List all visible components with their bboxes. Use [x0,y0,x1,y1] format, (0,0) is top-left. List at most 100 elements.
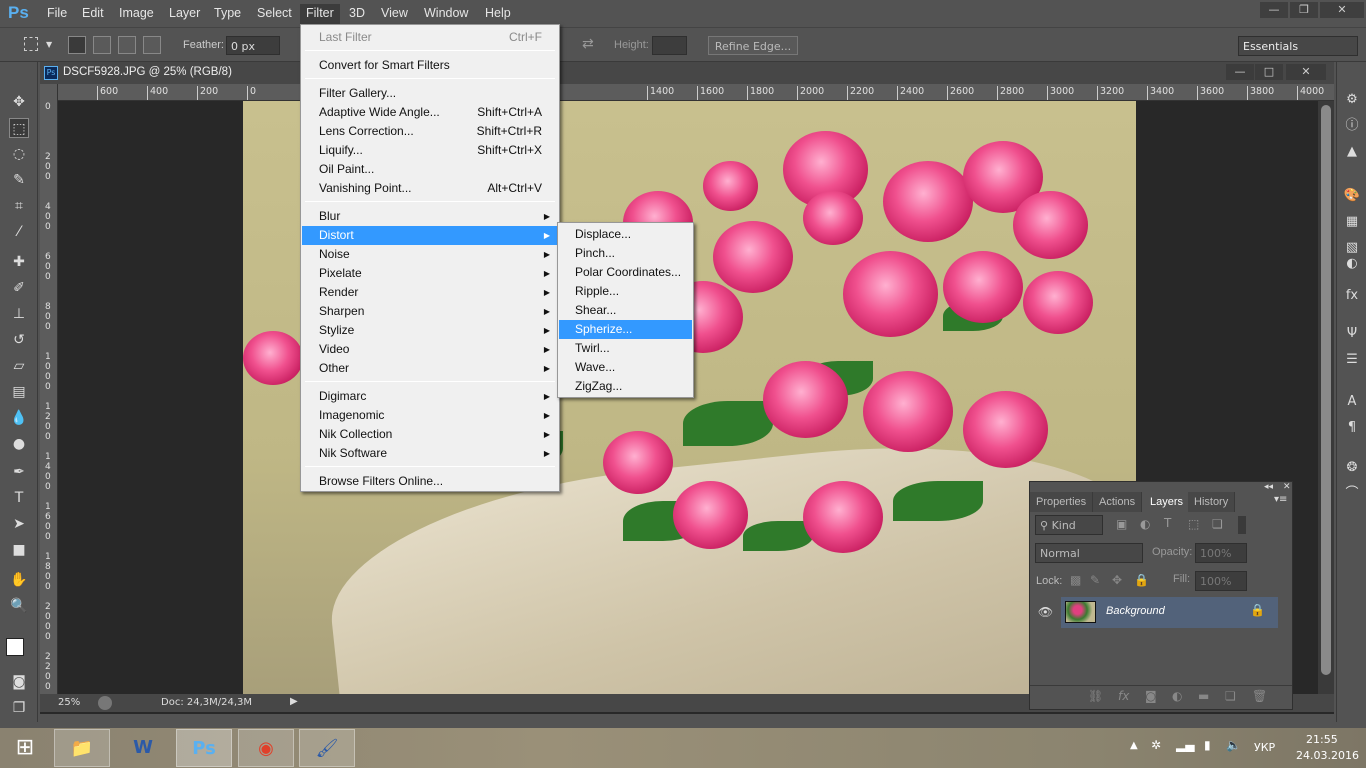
lock-transparent-icon[interactable]: ▩ [1070,573,1081,587]
new-group-icon[interactable]: ▬ [1198,689,1209,703]
volume-icon[interactable]: 🔈 [1226,738,1241,752]
menu-layer[interactable]: Layer [169,6,200,20]
restore-button[interactable]: ❐ [1290,2,1318,18]
vertical-scrollbar[interactable] [1318,101,1334,694]
filter-menu-item-blur[interactable]: Blur ▶ [302,207,558,226]
filter-menu-item-filter-gallery[interactable]: Filter Gallery... [302,84,558,103]
language-indicator[interactable]: УКР [1254,741,1275,754]
layer-filter-kind[interactable]: ⚲ Kind [1035,515,1103,535]
lock-position-icon[interactable]: ✥ [1112,573,1122,587]
taskbar-explorer-icon[interactable]: 📁 [54,729,110,767]
gradient-tool-icon[interactable]: ▤ [9,382,29,402]
filter-toggle[interactable] [1238,516,1246,534]
menu-select[interactable]: Select [257,6,292,20]
filter-menu-item-liquify[interactable]: Liquify... Shift+Ctrl+X [302,141,558,160]
filter-menu-item-imagenomic[interactable]: Imagenomic ▶ [302,406,558,425]
shape-tool-icon[interactable]: ■ [9,540,29,560]
move-tool-icon[interactable]: ✥ [9,92,29,112]
distort-item-spherize[interactable]: Spherize... [559,320,692,339]
tab-layers[interactable]: Layers [1144,492,1191,512]
network-settings-icon[interactable]: ✲ [1151,738,1161,752]
hand-tool-icon[interactable]: ✋ [9,570,29,590]
screen-mode-icon[interactable]: ❐ [9,698,29,718]
layer-row-background[interactable]: 👁 Background 🔒 [1030,597,1278,628]
filter-menu-item-video[interactable]: Video ▶ [302,340,558,359]
eyedropper-tool-icon[interactable]: ⁄ [9,222,29,242]
filter-adjustment-icon[interactable]: ◐ [1140,517,1150,531]
path-select-tool-icon[interactable]: ➤ [9,514,29,534]
distort-item-ripple[interactable]: Ripple... [559,282,692,301]
filter-smart-object-icon[interactable]: ❏ [1212,517,1223,531]
eraser-tool-icon[interactable]: ▱ [9,356,29,376]
subtract-selection-icon[interactable] [118,36,136,54]
panel-menu-icon[interactable]: ▾≡ [1274,494,1287,505]
crop-tool-icon[interactable]: ⌗ [9,196,29,216]
filter-menu-item-render[interactable]: Render ▶ [302,283,558,302]
battery-icon[interactable]: ▮ [1204,738,1211,752]
blend-mode-select[interactable]: Normal [1035,543,1143,563]
healing-brush-tool-icon[interactable]: ✚ [9,252,29,272]
tab-actions[interactable]: Actions [1093,492,1143,512]
workspace-select[interactable]: Essentials [1238,36,1358,56]
menu-view[interactable]: View [381,6,408,20]
menu-image[interactable]: Image [119,6,154,20]
taskbar-photoshop-icon[interactable]: Ps [176,729,232,767]
character-icon[interactable]: A [1342,392,1362,412]
adjustment-layer-icon[interactable]: ◐ [1172,689,1182,703]
collapse-panel-icon[interactable]: ◂◂ [1264,482,1273,492]
filter-menu-item-last-filter[interactable]: Last Filter Ctrl+F [302,28,558,47]
minimize-button[interactable]: — [1260,2,1288,18]
filter-menu-item-oil-paint[interactable]: Oil Paint... [302,160,558,179]
menu-window[interactable]: Window [424,6,468,20]
status-info-icon[interactable] [98,696,112,710]
filter-shape-icon[interactable]: ⬚ [1188,517,1199,531]
menu-type[interactable]: Type [214,6,241,20]
intersect-selection-icon[interactable] [143,36,161,54]
filter-pixel-icon[interactable]: ▣ [1116,517,1127,531]
tab-history[interactable]: History [1188,492,1236,512]
distort-item-shear[interactable]: Shear... [559,301,692,320]
zoom-tool-icon[interactable]: 🔍 [9,596,29,616]
menu-edit[interactable]: Edit [82,6,104,20]
add-selection-icon[interactable] [93,36,111,54]
navigator-icon[interactable]: ⚙ [1342,90,1362,110]
paths-icon[interactable]: ⌒ [1342,484,1362,504]
menu-help[interactable]: Help [485,6,511,20]
taskbar-paint-icon[interactable]: 🖌 [299,729,355,767]
filter-menu-item-pixelate[interactable]: Pixelate ▶ [302,264,558,283]
adjustments-icon[interactable]: ◐ [1342,254,1362,274]
histogram-icon[interactable]: ▲ [1342,142,1362,162]
filter-menu-item-browse-filters-online[interactable]: Browse Filters Online... [302,472,558,491]
doc-close-button[interactable]: ✕ [1286,64,1326,80]
taskbar-word-icon[interactable]: W [115,729,171,767]
foreground-color-swatch[interactable] [6,638,24,656]
clock-date[interactable]: 24.03.2016 [1296,749,1359,762]
quick-select-tool-icon[interactable]: ✎ [9,170,29,190]
distort-item-twirl[interactable]: Twirl... [559,339,692,358]
pen-tool-icon[interactable]: ✒ [9,462,29,482]
feather-input[interactable]: 0 px [226,36,280,55]
distort-item-pinch[interactable]: Pinch... [559,244,692,263]
height-input[interactable] [652,36,687,55]
taskbar-chrome-icon[interactable]: ◉ [238,729,294,767]
dodge-tool-icon[interactable]: ● [9,434,29,454]
zoom-level[interactable]: 25% [58,697,80,708]
distort-item-zigzag[interactable]: ZigZag... [559,377,692,396]
lock-image-icon[interactable]: ✎ [1090,573,1100,587]
layer-name[interactable]: Background [1106,605,1165,617]
add-mask-icon[interactable]: ◙ [1145,689,1157,703]
type-tool-icon[interactable]: T [9,488,29,508]
filter-menu-item-other[interactable]: Other ▶ [302,359,558,378]
blur-tool-icon[interactable]: 💧 [9,408,29,428]
refine-edge-button[interactable]: Refine Edge... [708,36,798,55]
doc-restore-button[interactable]: □ [1255,64,1283,80]
rect-marquee-tool-icon[interactable]: ⬚ [9,118,29,138]
brush-tool-icon[interactable]: ✐ [9,278,29,298]
color-icon[interactable]: 🎨 [1342,186,1362,206]
scrollbar-thumb[interactable] [1321,105,1331,675]
new-layer-icon[interactable]: ❏ [1225,689,1236,703]
link-layers-icon[interactable]: ⛓ [1088,689,1103,703]
signal-icon[interactable]: ▂▄ [1176,738,1194,752]
doc-minimize-button[interactable]: — [1226,64,1254,80]
lasso-tool-icon[interactable]: ◌ [9,144,29,164]
